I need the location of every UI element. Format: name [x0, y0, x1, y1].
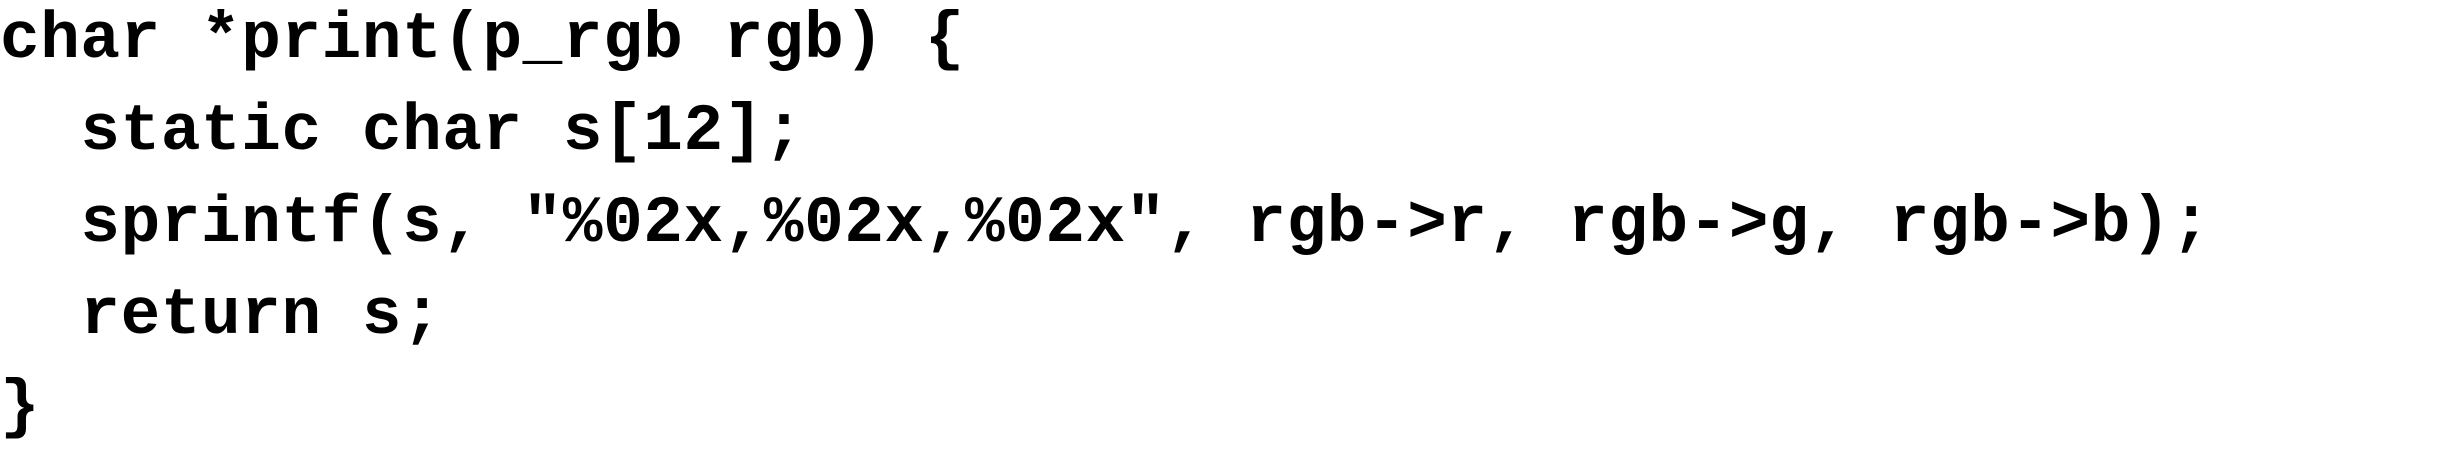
code-line-return: return s; — [0, 278, 443, 353]
code-line-static-buffer: static char s[12]; — [0, 94, 805, 169]
code-line-sprintf-call: sprintf(s, "%02x,%02x,%02x", rgb->r, rgb… — [0, 186, 2212, 261]
code-snippet: char *print(p_rgb rgb) { static char s[1… — [0, 0, 2452, 445]
code-line-closing-brace: } — [0, 370, 41, 445]
code-line-function-signature: char *print(p_rgb rgb) { — [0, 2, 965, 77]
